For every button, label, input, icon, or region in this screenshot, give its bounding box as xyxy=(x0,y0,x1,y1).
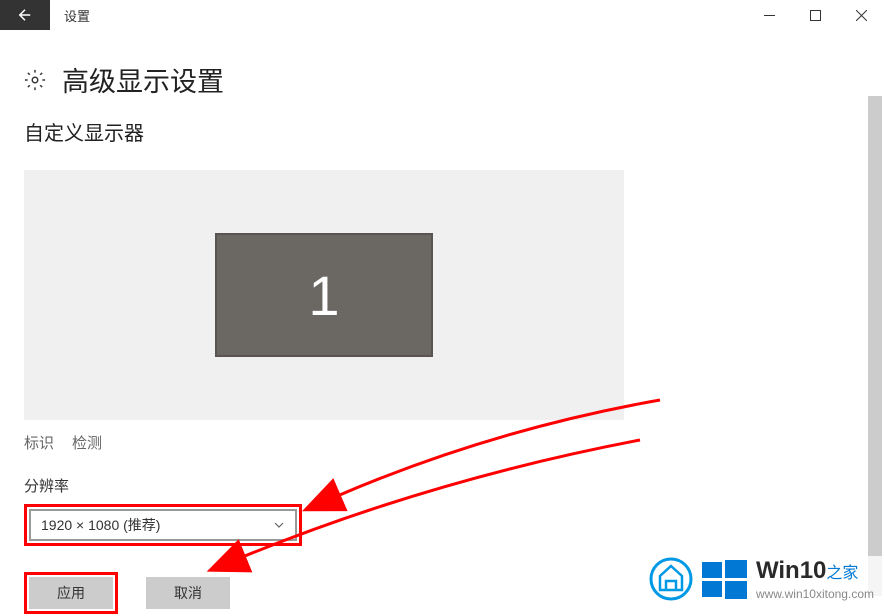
back-button[interactable] xyxy=(0,0,50,30)
minimize-button[interactable] xyxy=(746,0,792,30)
monitor-1[interactable]: 1 xyxy=(215,233,433,357)
page-title: 高级显示设置 xyxy=(62,60,224,99)
resolution-highlight: 1920 × 1080 (推荐) xyxy=(24,504,302,546)
resolution-dropdown[interactable]: 1920 × 1080 (推荐) xyxy=(29,509,297,541)
maximize-button[interactable] xyxy=(792,0,838,30)
watermark-brand: Win10 xyxy=(756,557,826,584)
window-controls xyxy=(746,0,884,30)
maximize-icon xyxy=(810,10,821,21)
apply-button[interactable]: 应用 xyxy=(29,577,113,609)
app-title: 设置 xyxy=(50,6,90,25)
cancel-button[interactable]: 取消 xyxy=(146,577,230,609)
apply-highlight: 应用 xyxy=(24,572,118,614)
watermark-url: www.win10xitong.com xyxy=(756,587,874,601)
scrollbar[interactable] xyxy=(868,96,882,596)
close-icon xyxy=(856,10,867,21)
chevron-down-icon xyxy=(273,519,285,531)
windows-logo-icon xyxy=(700,556,748,602)
cancel-label: 取消 xyxy=(174,583,202,603)
section-title-customize: 自定义显示器 xyxy=(24,117,860,146)
page-header: 高级显示设置 xyxy=(0,30,884,117)
titlebar: 设置 xyxy=(0,0,884,30)
arrow-left-icon xyxy=(16,6,34,24)
detect-link[interactable]: 检测 xyxy=(72,432,102,453)
gear-icon xyxy=(24,69,46,91)
minimize-icon xyxy=(764,10,775,21)
apply-label: 应用 xyxy=(57,583,85,603)
monitor-number: 1 xyxy=(308,263,339,328)
display-preview-area: 1 xyxy=(24,170,624,420)
scrollbar-thumb[interactable] xyxy=(868,96,882,556)
identify-link[interactable]: 标识 xyxy=(24,432,54,453)
house-icon xyxy=(648,556,694,602)
resolution-label: 分辨率 xyxy=(24,475,860,496)
close-button[interactable] xyxy=(838,0,884,30)
watermark-suffix: 之家 xyxy=(826,565,858,582)
watermark: Win10之家 www.win10xitong.com xyxy=(648,556,874,602)
resolution-value: 1920 × 1080 (推荐) xyxy=(41,515,273,535)
